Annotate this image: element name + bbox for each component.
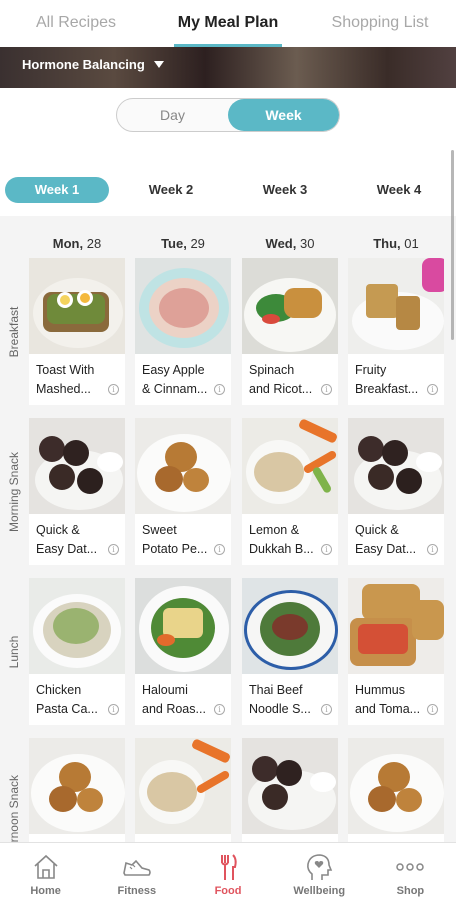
recipe-image [348, 418, 444, 514]
recipe-image [348, 258, 444, 354]
info-icon[interactable]: i [321, 544, 332, 555]
toggle-day[interactable]: Day [117, 99, 228, 131]
recipe-title: Quick & Easy Dat... [355, 523, 417, 556]
info-icon[interactable]: i [214, 704, 225, 715]
recipe-card[interactable]: Spinach and Ricot... i [242, 258, 338, 405]
tab-all-recipes[interactable]: All Recipes [0, 0, 152, 47]
week-tab-2[interactable]: Week 2 [119, 177, 223, 203]
nav-label: Fitness [117, 885, 157, 897]
recipe-image [135, 578, 231, 674]
recipe-title: Lemon & Dukkah B... [249, 523, 314, 556]
day-week-toggle: Day Week [116, 98, 340, 132]
recipe-title: Thai Beef Noodle S... [249, 683, 311, 716]
recipe-card[interactable]: Haloumi and Roas... i [135, 578, 231, 725]
recipe-image [242, 418, 338, 514]
recipe-image [135, 738, 231, 834]
recipe-title: Chicken Pasta Ca... [36, 683, 98, 716]
recipe-title: Fruity Breakfast... [355, 363, 419, 396]
nav-food[interactable]: Food [182, 843, 273, 900]
week-tab-3[interactable]: Week 3 [233, 177, 337, 203]
recipe-image [348, 578, 444, 674]
day-header: Wed, 30 [265, 236, 315, 251]
day-header: Thu, 01 [373, 236, 419, 251]
plan-dropdown-label: Hormone Balancing [22, 57, 145, 72]
info-icon[interactable]: i [108, 704, 119, 715]
recipe-card[interactable]: Toast With Mashed... i [29, 258, 125, 405]
recipe-card[interactable]: Easy Apple & Cinnam... i [135, 258, 231, 405]
meal-label-morning-snack: Morning Snack [7, 451, 21, 532]
info-icon[interactable]: i [321, 704, 332, 715]
head-heart-icon [307, 854, 333, 880]
nav-home[interactable]: Home [0, 843, 91, 900]
toggle-week[interactable]: Week [228, 99, 339, 131]
info-icon[interactable]: i [108, 384, 119, 395]
recipe-card[interactable]: Sweet Potato Pe... i [135, 418, 231, 565]
week-tab-1[interactable]: Week 1 [5, 177, 109, 203]
plan-dropdown[interactable]: Hormone Balancing [22, 57, 164, 72]
recipe-title: Spinach and Ricot... [249, 363, 313, 396]
bottom-nav-bar: Home Fitness Food Wellbeing Shop [0, 842, 456, 900]
recipe-title: Toast With Mashed... [36, 363, 95, 396]
recipe-image [135, 258, 231, 354]
nav-wellbeing[interactable]: Wellbeing [274, 843, 365, 900]
recipe-image [348, 738, 444, 834]
recipe-card[interactable]: Hummus and Toma... i [348, 578, 444, 725]
recipe-image [29, 578, 125, 674]
recipe-title: Sweet Potato Pe... [142, 523, 208, 556]
info-icon[interactable]: i [427, 704, 438, 715]
recipe-image [29, 258, 125, 354]
recipe-card[interactable]: Chicken Pasta Ca... i [29, 578, 125, 725]
day-header: Mon, 28 [52, 236, 102, 251]
info-icon[interactable]: i [427, 384, 438, 395]
recipe-card[interactable]: Quick & Easy Dat... i [348, 418, 444, 565]
more-dots-icon [396, 863, 425, 871]
recipe-card[interactable]: Thai Beef Noodle S... i [242, 578, 338, 725]
recipe-card[interactable]: Lemon & Dukkah B... i [242, 418, 338, 565]
view-toggle-area: Day Week [0, 88, 456, 152]
vertical-scrollbar[interactable] [451, 150, 454, 340]
info-icon[interactable]: i [108, 544, 119, 555]
recipe-image [29, 738, 125, 834]
tab-my-meal-plan[interactable]: My Meal Plan [152, 0, 304, 47]
tab-shopping-list[interactable]: Shopping List [304, 0, 456, 47]
recipe-title: Easy Apple & Cinnam... [142, 363, 208, 396]
recipe-title: Haloumi and Roas... [142, 683, 206, 716]
recipe-title: Hummus and Toma... [355, 683, 421, 716]
nav-shop[interactable]: Shop [365, 843, 456, 900]
info-icon[interactable]: i [214, 384, 225, 395]
week-tab-bar: Week 1 Week 2 Week 3 Week 4 [0, 152, 456, 216]
recipe-card[interactable]: Quick & Easy Dat... i [29, 418, 125, 565]
recipe-title: Quick & Easy Dat... [36, 523, 98, 556]
info-icon[interactable]: i [427, 544, 438, 555]
recipe-image [242, 738, 338, 834]
plan-banner: Hormone Balancing [0, 47, 456, 88]
info-icon[interactable]: i [214, 544, 225, 555]
recipe-card[interactable]: Fruity Breakfast... i [348, 258, 444, 405]
info-icon[interactable]: i [321, 384, 332, 395]
home-icon [34, 854, 58, 879]
day-header-row: Mon, 28 Tue, 29 Wed, 30 Thu, 01 [0, 228, 456, 258]
nav-label: Home [30, 885, 61, 897]
recipe-image [29, 418, 125, 514]
recipe-image [242, 258, 338, 354]
caret-down-icon [153, 61, 164, 68]
recipe-image [242, 578, 338, 674]
shoe-icon [122, 859, 151, 876]
nav-label: Food [214, 885, 242, 897]
nav-label: Shop [396, 885, 425, 897]
top-tab-bar: All Recipes My Meal Plan Shopping List [0, 0, 456, 47]
fork-knife-icon [221, 854, 237, 880]
meal-label-lunch: Lunch [7, 635, 21, 668]
nav-fitness[interactable]: Fitness [91, 843, 182, 900]
nav-label: Wellbeing [293, 885, 346, 897]
week-tab-4[interactable]: Week 4 [347, 177, 451, 203]
day-header: Tue, 29 [161, 236, 205, 251]
recipe-image [135, 418, 231, 514]
meal-label-breakfast: Breakfast [7, 306, 21, 357]
